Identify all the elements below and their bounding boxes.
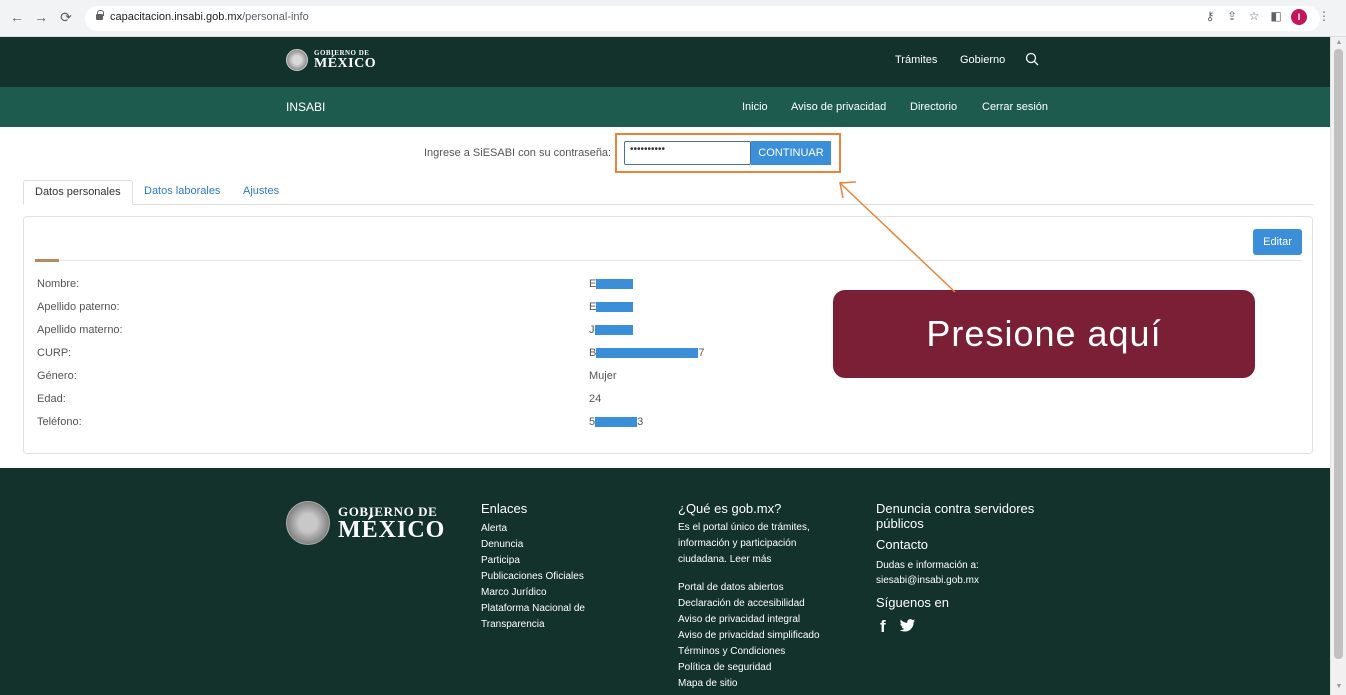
label-apellido-materno: Apellido materno: [37,324,123,336]
footer-link-marco-juridico[interactable]: Marco Jurídico [481,587,547,598]
footer-enlaces-title: Enlaces [481,501,528,516]
value-curp: B7 [589,347,705,359]
brand-title[interactable]: INSABI [286,100,325,114]
footer-link-participa[interactable]: Participa [481,555,520,566]
password-prompt: Ingrese a SiESABI con su contraseña: [424,147,612,159]
value-apellido-paterno: E [589,301,634,313]
tab-datos-personales[interactable]: Datos personales [23,180,133,205]
footer-denuncia-title-2[interactable]: públicos [876,516,924,531]
footer-link-aviso-simplificado[interactable]: Aviso de privacidad simplificado [678,630,820,641]
footer: GOBIERNO DE MÉXICO [0,468,1330,695]
footer-link-mapa-sitio[interactable]: Mapa de sitio [678,678,737,689]
redaction [596,302,634,312]
browser-toolbar: ← → ⟳ capacitacion.insabi.gob.mx/persona… [0,0,1346,37]
footer-link-denuncia[interactable]: Denuncia [481,539,523,550]
share-icon[interactable]: ⇪ [1224,9,1240,23]
value-nombre: E [589,278,634,290]
redaction [594,325,633,335]
reload-icon[interactable]: ⟳ [58,9,74,25]
tab-ajustes[interactable]: Ajustes [232,180,290,205]
footer-link-plataforma[interactable]: Plataforma Nacional de [481,603,585,614]
gov-logo[interactable]: GOBIERNO DE MÉXICO [286,49,376,71]
menu-icon[interactable]: ⋮ [1316,9,1332,23]
facebook-icon[interactable]: f [880,617,886,637]
footer-logo-line2: MÉXICO [338,516,446,543]
footer-link-publicaciones[interactable]: Publicaciones Oficiales [481,571,584,582]
address-bar[interactable]: capacitacion.insabi.gob.mx/personal-info [85,6,1320,31]
scroll-down-icon[interactable]: ▼ [1335,683,1343,691]
footer-contacto-text: Dudas e información a: [876,560,979,571]
search-icon[interactable] [1025,52,1039,66]
scrollbar[interactable]: ▲ ▼ [1330,37,1346,695]
password-input[interactable]: •••••••••• [624,141,751,165]
forward-icon[interactable]: → [33,9,49,25]
nav-aviso-privacidad[interactable]: Aviso de privacidad [791,101,886,113]
footer-link-transparencia[interactable]: Transparencia [481,619,545,630]
lock-icon [96,10,104,20]
tab-bar: Datos personales Datos laborales Ajustes [23,180,1313,205]
footer-link-alerta[interactable]: Alerta [481,523,507,534]
redaction [596,279,634,289]
accent-bar [35,259,59,262]
redaction [596,348,699,358]
callout-presione-aqui: Presione aquí [833,290,1255,378]
bookmark-star-icon[interactable]: ☆ [1246,9,1262,23]
continue-button[interactable]: CONTINUAR [751,141,831,165]
divider [35,260,1302,261]
label-apellido-paterno: Apellido paterno: [37,301,120,313]
key-icon[interactable]: ⚷ [1202,9,1218,23]
value-edad: 24 [589,393,602,405]
nav-tramites[interactable]: Trámites [895,54,937,66]
footer-logo-line1: GOBIERNO DE [338,503,438,519]
seal-icon [286,501,330,545]
profile-avatar[interactable]: I [1291,9,1307,25]
footer-denuncia-title[interactable]: Denuncia contra servidores [876,501,1034,516]
value-telefono: 53 [589,416,644,428]
value-apellido-materno: J [589,324,633,336]
footer-contacto-title: Contacto [876,537,929,552]
seal-icon [286,49,308,71]
tab-datos-laborales[interactable]: Datos laborales [133,180,231,205]
side-panel-icon[interactable]: ◧ [1268,9,1284,23]
back-icon[interactable]: ← [9,9,25,25]
footer-que-es-text: información y participación [678,538,797,549]
footer-link-datos-abiertos[interactable]: Portal de datos abiertos [678,582,784,593]
logo-line2: MÉXICO [314,55,377,71]
label-edad: Edad: [37,393,66,405]
footer-contacto-email[interactable]: siesabi@insabi.gob.mx [876,573,979,589]
gov-header: GOBIERNO DE MÉXICO Trámites Gobierno [0,37,1330,87]
footer-que-es-text: Es el portal único de trámites, [678,522,810,533]
footer-que-es-title: ¿Qué es gob.mx? [678,501,782,516]
nav-gobierno[interactable]: Gobierno [960,54,1005,66]
nav-inicio[interactable]: Inicio [742,101,768,113]
nav-cerrar-sesion[interactable]: Cerrar sesión [982,101,1048,113]
scroll-up-icon[interactable]: ▲ [1335,39,1343,47]
footer-siguenos-title: Síguenos en [876,595,950,610]
footer-leer-mas-link[interactable]: ciudadana. Leer más [678,552,771,568]
url-text: capacitacion.insabi.gob.mx/personal-info [110,11,309,23]
label-telefono: Teléfono: [37,416,82,428]
footer-link-accesibilidad[interactable]: Declaración de accesibilidad [678,598,805,609]
nav-directorio[interactable]: Directorio [910,101,957,113]
footer-link-seguridad[interactable]: Política de seguridad [678,662,771,673]
edit-button[interactable]: Editar [1253,229,1302,255]
label-curp: CURP: [37,347,72,359]
footer-link-aviso-integral[interactable]: Aviso de privacidad integral [678,614,800,625]
footer-logo[interactable]: GOBIERNO DE MÉXICO [286,501,445,545]
twitter-icon[interactable] [899,619,916,633]
label-nombre: Nombre: [37,278,80,290]
label-genero: Género: [37,370,77,382]
value-genero: Mujer [589,370,617,382]
scroll-thumb[interactable] [1334,49,1343,659]
insabi-header: INSABI Inicio Aviso de privacidad Direct… [0,87,1330,127]
redaction [595,417,638,427]
footer-link-terminos[interactable]: Términos y Condiciones [678,646,785,657]
